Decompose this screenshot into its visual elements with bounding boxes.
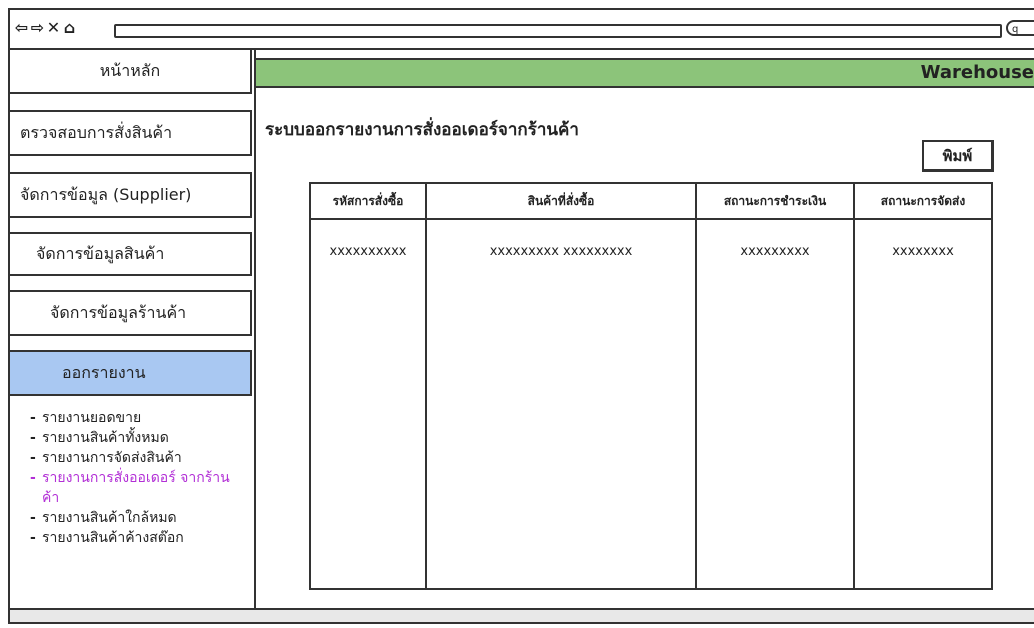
table-header: สถานะการจัดส่ง [855,184,991,220]
sidebar: หน้าหลัก ตรวจสอบการสั่งสินค้า จัดการข้อม… [10,48,256,610]
table-column: สถานะการชำระเงิน xxxxxxxxx [697,184,855,588]
table-column: สถานะการจัดส่ง xxxxxxxx [855,184,991,588]
search-icon[interactable]: q [1006,20,1034,36]
page-title: ระบบออกรายงานการสั่งออเดอร์จากร้านค้า [265,120,579,140]
table-cell: xxxxxxxxx xxxxxxxxx [489,244,633,259]
sidebar-item-label: จัดการข้อมูลร้านค้า [50,302,187,322]
sidebar-item-label: ออกรายงาน [62,362,146,382]
sidebar-item-label: หน้าหลัก [99,60,161,80]
sidebar-item-label: จัดการข้อมูล (Supplier) [20,184,192,204]
table-column: สินค้าที่สั่งซื้อ xxxxxxxxx xxxxxxxxx [427,184,697,588]
sidebar-item-home[interactable]: หน้าหลัก [10,48,252,94]
print-button[interactable]: พิมพ์ [922,140,994,172]
sidebar-item-stores[interactable]: จัดการข้อมูลร้านค้า [10,290,252,336]
back-icon[interactable]: ⇦ [14,18,30,37]
submenu-item-all-products[interactable]: รายงานสินค้าทั้งหมด [30,428,232,448]
table-cell: xxxxxxxxxx [329,244,407,259]
table-cell: xxxxxxxx [892,244,954,259]
sidebar-item-products[interactable]: จัดการข้อมูลสินค้า [10,232,252,276]
submenu-item-overstock[interactable]: รายงานสินค้าค้างสต๊อก [30,528,232,548]
sidebar-item-reports[interactable]: ออกรายงาน [10,350,252,396]
table-header: สินค้าที่สั่งซื้อ [427,184,695,220]
status-bar [10,608,1034,622]
report-submenu: รายงานยอดขาย รายงานสินค้าทั้งหมด รายงานก… [30,408,232,548]
table-header: รหัสการสั่งซื้อ [311,184,425,220]
submenu-item-store-orders[interactable]: รายงานการสั่งออเดอร์ จากร้านค้า [30,468,232,508]
submenu-item-low-stock[interactable]: รายงานสินค้าใกล้หมด [30,508,232,528]
sidebar-item-check-orders[interactable]: ตรวจสอบการสั่งสินค้า [10,110,252,156]
sidebar-item-label: จัดการข้อมูลสินค้า [36,243,165,263]
table-column: รหัสการสั่งซื้อ xxxxxxxxxx [311,184,427,588]
home-icon[interactable]: ⌂ [62,18,78,37]
table-cell: xxxxxxxxx [740,244,810,259]
submenu-item-sales[interactable]: รายงานยอดขาย [30,408,232,428]
browser-nav: ⇦⇨✕ ⌂ [14,18,78,37]
submenu-item-shipping[interactable]: รายงานการจัดส่งสินค้า [30,448,232,468]
header-bar: Warehouse [256,58,1034,88]
close-icon[interactable]: ✕ [46,18,62,37]
app-title: Warehouse [920,62,1034,83]
forward-icon[interactable]: ⇨ [30,18,46,37]
browser-toolbar: ⇦⇨✕ ⌂ q [10,10,1034,50]
report-table: รหัสการสั่งซื้อ xxxxxxxxxx สินค้าที่สั่ง… [309,182,993,590]
sidebar-item-label: ตรวจสอบการสั่งสินค้า [20,122,173,142]
url-bar[interactable] [114,24,1002,38]
app-window: ⇦⇨✕ ⌂ q หน้าหลัก ตรวจสอบการสั่งสินค้า จัด… [8,8,1034,624]
sidebar-item-supplier[interactable]: จัดการข้อมูล (Supplier) [10,172,252,218]
table-header: สถานะการชำระเงิน [697,184,853,220]
